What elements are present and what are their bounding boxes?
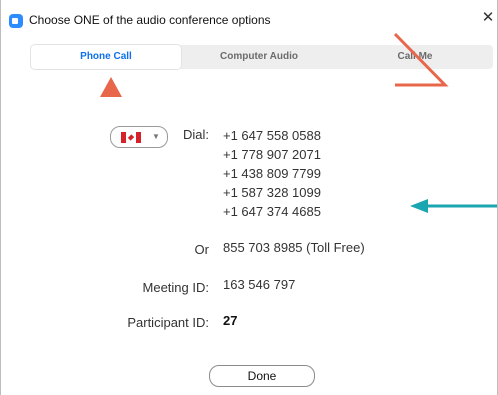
country-selector[interactable]: ▼ bbox=[110, 126, 168, 148]
meeting-id-label: Meeting ID: bbox=[142, 280, 209, 295]
zoom-app-icon bbox=[9, 14, 23, 28]
window-title: Choose ONE of the audio conference optio… bbox=[29, 13, 271, 27]
dial-number: +1 647 374 4685 bbox=[223, 204, 321, 219]
done-button[interactable]: Done bbox=[209, 365, 315, 387]
dial-number: +1 778 907 2071 bbox=[223, 147, 321, 162]
tab-phone-call[interactable]: Phone Call bbox=[31, 45, 181, 69]
dial-label: Dial: bbox=[182, 127, 209, 142]
participant-id-label: Participant ID: bbox=[127, 315, 209, 330]
dial-number-list: +1 647 558 0588 +1 778 907 2071 +1 438 8… bbox=[223, 126, 403, 221]
tab-call-me[interactable]: Call Me bbox=[337, 45, 493, 69]
canada-flag-icon bbox=[121, 132, 141, 143]
title-bar: Choose ONE of the audio conference optio… bbox=[1, 0, 497, 30]
meeting-id-value: 163 546 797 bbox=[223, 277, 296, 292]
close-button[interactable]: ✕ bbox=[479, 8, 497, 28]
toll-free-label: Or bbox=[194, 242, 209, 257]
dial-number: +1 438 809 7799 bbox=[223, 166, 321, 181]
dial-number: +1 647 558 0588 bbox=[223, 128, 321, 143]
chevron-down-icon: ▼ bbox=[152, 132, 160, 141]
audio-options-dialog: Choose ONE of the audio conference optio… bbox=[0, 0, 498, 395]
toll-free-number: 855 703 8985 (Toll Free) bbox=[223, 240, 365, 255]
dial-number: +1 587 328 1099 bbox=[223, 185, 321, 200]
tab-computer-audio[interactable]: Computer Audio bbox=[181, 45, 337, 69]
participant-id-value: 27 bbox=[223, 313, 238, 328]
audio-option-tabs: Phone Call Computer Audio Call Me bbox=[31, 45, 493, 69]
